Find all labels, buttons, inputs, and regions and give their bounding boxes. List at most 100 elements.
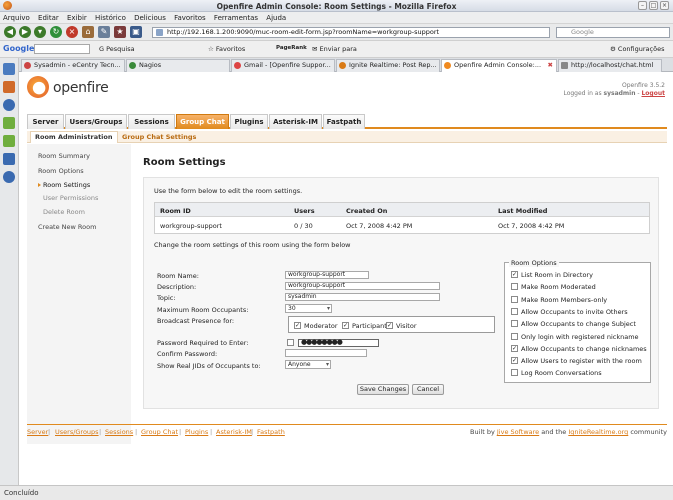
tab-nagios[interactable]: Nagios [126,59,230,72]
broadcast-label: Broadcast Presence for: [157,317,235,325]
tab-sysadmin[interactable]: Sysadmin - eCentry Tecn... [21,59,125,72]
broadcast-visitor-checkbox[interactable]: ✓ [386,322,393,329]
nav-group-chat[interactable]: Group Chat [176,114,229,129]
addons-icon[interactable] [3,135,15,147]
favoritos-button[interactable]: ☆ Favoritos [208,45,245,53]
tab-close-icon[interactable]: ✖ [548,60,553,71]
room-option-label: Allow Occupants to change nicknames [521,344,647,353]
google-search-input[interactable] [34,44,90,54]
forward-icon[interactable]: ▶ [19,26,31,38]
stop-icon[interactable]: × [66,26,78,38]
built-by-text: Built by [470,428,495,436]
leftnav-delete-room[interactable]: Delete Room [43,208,85,216]
change-text: Change the room settings of this room us… [154,241,351,249]
address-bar[interactable]: http://192.168.1.200:9090/muc-room-edit-… [152,27,550,38]
description-field[interactable]: workgroup-support [285,282,440,290]
close-window-icon[interactable]: × [660,1,669,10]
password-field[interactable]: ●●●●●●●● [298,339,379,347]
room-option-checkbox[interactable] [511,295,518,303]
maximize-icon[interactable]: □ [649,1,658,10]
menu-arquivo[interactable]: Arquivo [0,12,33,24]
nav-users-groups[interactable]: Users/Groups [65,114,127,129]
topic-label: Topic: [157,294,176,302]
leftnav-user-permissions[interactable]: User Permissions [43,194,98,202]
password-required-checkbox[interactable] [287,339,294,346]
col-modified: Last Modified [498,207,548,215]
info-icon[interactable] [3,171,15,183]
show-jids-select[interactable]: Anyone [285,360,331,369]
jive-link[interactable]: Jive Software [497,428,539,436]
menu-favoritos[interactable]: Favoritos [171,12,209,24]
leftnav-room-settings[interactable]: Room Settings [37,181,90,189]
menu-historico[interactable]: Histórico [92,12,129,24]
max-occupants-select[interactable]: 30 [285,304,332,313]
confirm-password-field[interactable] [285,349,367,357]
logout-link[interactable]: Logout [641,90,665,97]
history-icon[interactable] [3,81,15,93]
back-icon[interactable]: ◀ [4,26,16,38]
footer-link-plugins[interactable]: Plugins [185,428,208,436]
tab-gmail[interactable]: Gmail - [Openfire Suppor... [231,59,335,72]
footer-link-users-groups[interactable]: Users/Groups [55,428,99,436]
footer-link-server[interactable]: Server [27,428,48,436]
puzzle-icon[interactable] [3,117,15,129]
menu-ajuda[interactable]: Ajuda [263,12,289,24]
topic-field[interactable]: sysadmin [285,293,440,301]
room-option-checkbox[interactable] [511,369,518,377]
menu-delicious[interactable]: Delicious [131,12,169,24]
config-button[interactable]: ⚙ Configurações [610,45,664,53]
bookmarks-icon[interactable] [3,63,15,75]
addon-icon[interactable]: ★ [114,26,126,38]
room-option-checkbox[interactable] [511,332,518,340]
google-search-button[interactable]: G Pesquisa [99,45,135,53]
room-option-label: Only login with registered nickname [521,332,639,341]
nav-sessions[interactable]: Sessions [128,114,175,129]
main-nav: Server Users/Groups Sessions Group Chat … [27,114,667,129]
footer-link-fastpath[interactable]: Fastpath [257,428,285,436]
save-changes-button[interactable]: Save Changes [357,384,409,395]
leftnav-room-summary[interactable]: Room Summary [38,152,90,160]
search-input[interactable]: Google [556,27,670,38]
tab-ignite[interactable]: Ignite Realtime: Post Rep... [336,59,440,72]
menu-ferramentas[interactable]: Ferramentas [211,12,261,24]
footer-link-sessions[interactable]: Sessions [105,428,133,436]
footer-link-group-chat[interactable]: Group Chat [141,428,178,436]
leftnav-create-room[interactable]: Create New Room [38,223,96,231]
menu-exibir[interactable]: Exibir [64,12,90,24]
ignite-link[interactable]: IgniteRealtime.org [568,428,628,436]
room-name-field[interactable]: workgroup-support [285,271,369,279]
nav-plugins[interactable]: Plugins [230,114,268,129]
room-option-checkbox[interactable] [511,283,518,291]
nav-asterisk-im[interactable]: Asterisk-IM [269,114,322,129]
room-option-checkbox[interactable]: ✓ [511,357,518,365]
nav-server[interactable]: Server [27,114,64,129]
minimize-icon[interactable]: – [638,1,647,10]
cancel-button[interactable]: Cancel [412,384,444,395]
nav-fastpath[interactable]: Fastpath [323,114,365,129]
footer-link-asterisk[interactable]: Asterisk-IM [216,428,252,436]
enviar-button[interactable]: ✉ Enviar para [312,45,357,53]
delicious-icon[interactable]: ▣ [130,26,142,38]
broadcast-moderator-checkbox[interactable]: ✓ [294,322,301,329]
window-title: Openfire Admin Console: Room Settings - … [216,2,457,11]
extension-icon[interactable] [3,153,15,165]
menu-editar[interactable]: Editar [35,12,62,24]
window-titlebar: Openfire Admin Console: Room Settings - … [0,0,673,12]
home-icon[interactable]: ⌂ [82,26,94,38]
room-option-checkbox[interactable]: ✓ [511,271,518,278]
leftnav-room-options[interactable]: Room Options [38,167,84,175]
clock-icon[interactable] [3,99,15,111]
bookmark-tag-icon[interactable]: ✎ [98,26,110,38]
room-option-checkbox[interactable] [511,307,518,315]
subnav-group-chat-settings[interactable]: Group Chat Settings [122,133,196,141]
tab-chat[interactable]: http://localhost/chat.html [558,59,662,72]
room-option-checkbox[interactable]: ✓ [511,344,518,352]
subnav-room-administration[interactable]: Room Administration [30,131,118,143]
tab-openfire[interactable]: Openfire Admin Console:... ✖ [441,59,557,73]
room-option-label: List Room in Directory [521,271,593,279]
broadcast-participant-checkbox[interactable]: ✓ [342,322,349,329]
dropdown-arrow-icon[interactable]: ▾ [34,26,46,38]
reload-icon[interactable]: ↻ [50,26,62,38]
page-content: openfire Openfire 3.5.2 Logged in as sys… [19,72,673,485]
room-option-checkbox[interactable] [511,320,518,328]
